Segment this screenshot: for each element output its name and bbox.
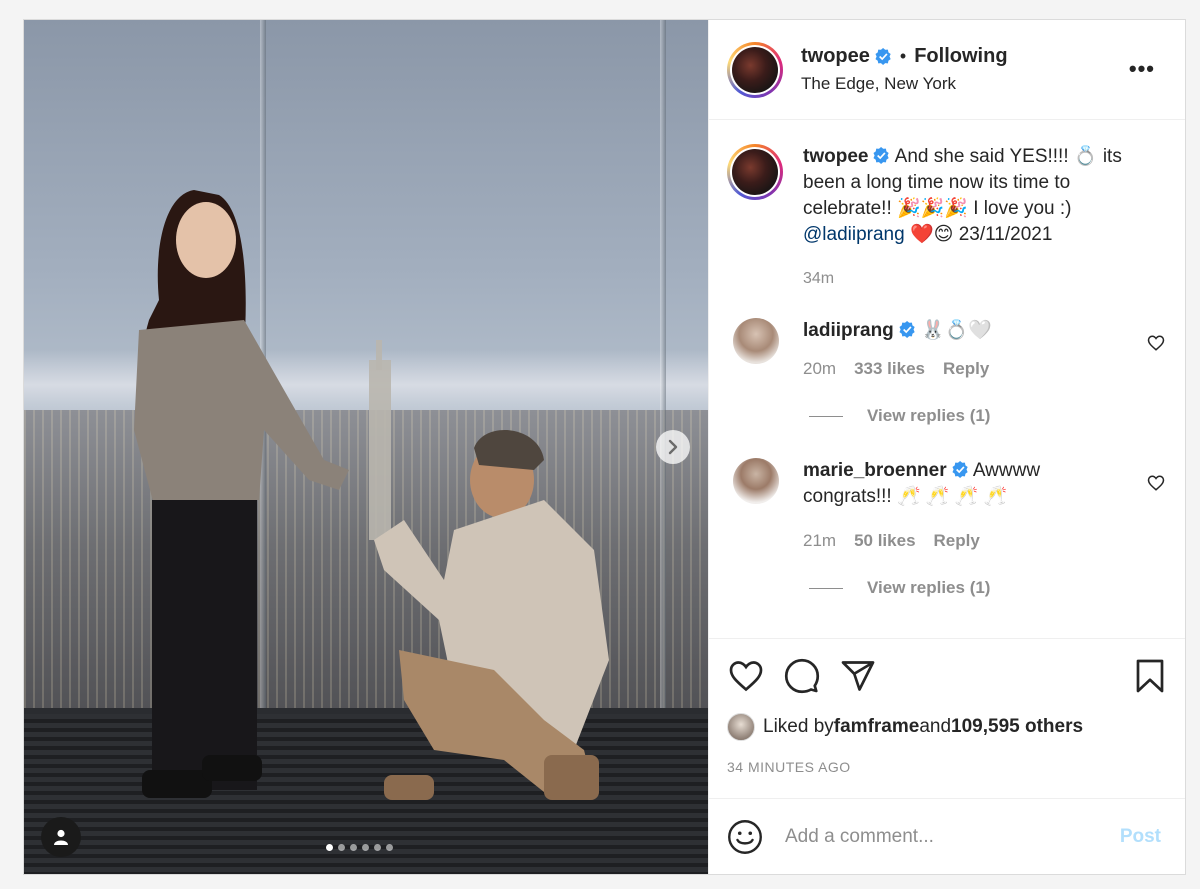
comments-section: twopee And she said YES!!!! 💍 its been a…: [709, 120, 1185, 638]
commenter-username[interactable]: marie_broenner: [803, 460, 947, 481]
comment-item: marie_broenner Awwww congrats!!! 🥂 🥂 🥂 🥂…: [709, 458, 1185, 554]
view-replies-button[interactable]: View replies (1): [809, 578, 1185, 598]
comment-button[interactable]: [783, 657, 821, 695]
add-comment-bar: Post: [709, 798, 1185, 874]
likes-count-link[interactable]: 109,595 others: [951, 716, 1083, 738]
post-location[interactable]: The Edge, New York: [801, 74, 1008, 94]
post-header: twopee • Following The Edge, New York ••…: [709, 20, 1185, 120]
like-button[interactable]: [727, 657, 765, 695]
reply-button[interactable]: Reply: [934, 528, 980, 554]
commenter-avatar[interactable]: [733, 458, 779, 504]
carousel-dot: [374, 844, 381, 851]
comment-item: ladiiprang 🐰💍🤍 20m 333 likes Reply: [709, 318, 1185, 382]
likes-middle: and: [919, 716, 952, 737]
post-comment-button[interactable]: Post: [1120, 826, 1161, 848]
caption-time[interactable]: 34m: [803, 266, 1163, 292]
caption-username[interactable]: twopee: [803, 146, 868, 167]
post-timestamp[interactable]: 34 MINUTES AGO: [727, 759, 1167, 775]
post-photo[interactable]: [24, 20, 708, 874]
commenter-username[interactable]: ladiiprang: [803, 320, 894, 341]
save-button[interactable]: [1131, 657, 1169, 695]
replies-divider: [809, 415, 843, 417]
more-options-button[interactable]: •••: [1129, 56, 1155, 82]
caption-avatar[interactable]: [727, 144, 783, 200]
comment-time[interactable]: 21m: [803, 528, 836, 554]
caption-mention-link[interactable]: @ladiiprang: [803, 224, 905, 245]
view-replies-button[interactable]: View replies (1): [809, 406, 1185, 426]
photo-man: [374, 429, 609, 800]
share-button[interactable]: [839, 657, 877, 695]
separator-dot: •: [899, 46, 907, 66]
likes-summary: Liked by famframe and 109,595 others: [727, 713, 1167, 741]
next-slide-button[interactable]: [656, 430, 690, 464]
bookmark-icon: [1136, 659, 1164, 693]
comment-icon: [784, 658, 820, 694]
comment-likes[interactable]: 333 likes: [854, 356, 925, 382]
user-tag-icon: [54, 829, 68, 845]
emoji-icon[interactable]: [727, 819, 763, 855]
post-caption: twopee And she said YES!!!! 💍 its been a…: [709, 120, 1185, 292]
comment-like-icon[interactable]: [1147, 334, 1165, 352]
follow-status-button[interactable]: Following: [914, 45, 1007, 68]
likes-prefix: Liked by: [763, 716, 834, 737]
carousel-dot: [386, 844, 393, 851]
carousel-dot: [350, 844, 357, 851]
view-replies-label: View replies (1): [867, 578, 991, 597]
carousel-dot: [326, 844, 333, 851]
author-avatar[interactable]: [727, 41, 783, 98]
photo-tower-spire: [376, 340, 382, 370]
carousel-indicator: [326, 844, 393, 851]
photo-woman: [134, 190, 349, 798]
user-tags-button[interactable]: [41, 817, 81, 857]
verified-badge-icon: [952, 461, 968, 478]
post-container: twopee • Following The Edge, New York ••…: [23, 19, 1186, 875]
share-icon: [841, 661, 875, 691]
comment-likes[interactable]: 50 likes: [854, 528, 915, 554]
post-actions: Liked by famframe and 109,595 others 34 …: [709, 638, 1185, 798]
author-username[interactable]: twopee: [801, 45, 870, 68]
post-sidebar: twopee • Following The Edge, New York ••…: [708, 20, 1185, 874]
reply-button[interactable]: Reply: [943, 356, 989, 382]
comment-like-icon[interactable]: [1147, 474, 1165, 492]
verified-badge-icon: [899, 321, 915, 338]
caption-text-end: ❤️😊 23/11/2021: [904, 224, 1053, 245]
photo-glass-pane: [660, 20, 666, 714]
comment-input[interactable]: [783, 824, 1120, 849]
verified-badge-icon: [873, 147, 890, 164]
replies-divider: [809, 587, 843, 589]
view-replies-label: View replies (1): [867, 406, 991, 425]
verified-badge-icon: [875, 48, 891, 65]
commenter-avatar[interactable]: [733, 318, 779, 364]
liker-avatar[interactable]: [727, 713, 755, 741]
heart-icon: [729, 661, 763, 692]
comment-time[interactable]: 20m: [803, 356, 836, 382]
carousel-dot: [362, 844, 369, 851]
comment-text: 🐰💍🤍: [915, 320, 993, 341]
carousel-dot: [338, 844, 345, 851]
first-liker-link[interactable]: famframe: [834, 716, 920, 738]
chevron-right-icon: [668, 439, 678, 455]
